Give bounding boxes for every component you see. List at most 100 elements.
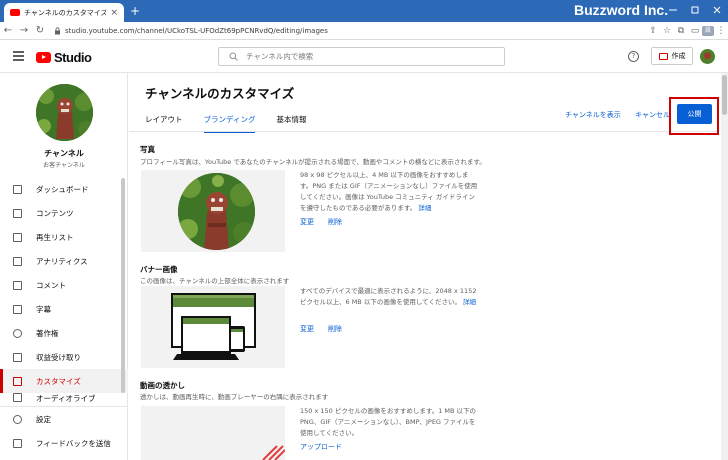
- sidebar-item-label: ダッシュボード: [36, 184, 89, 194]
- create-button[interactable]: 作成: [651, 47, 693, 65]
- sidebar-item-feedback[interactable]: フィードバックを送信: [0, 431, 128, 455]
- sidebar-item-label: 設定: [36, 414, 51, 424]
- photo-learn-more-link[interactable]: 詳細: [418, 204, 431, 212]
- sidebar-item-label: 収益受け取り: [36, 352, 81, 362]
- banner-change-button[interactable]: 変更: [300, 324, 314, 334]
- sidebar-item-comments[interactable]: コメント: [0, 273, 128, 297]
- view-channel-link[interactable]: チャンネルを表示: [565, 110, 621, 120]
- page-title: チャンネルのカスタマイズ: [145, 86, 295, 101]
- watermark-placeholder-image: [141, 406, 286, 460]
- sidepanel-icon[interactable]: ▭: [688, 26, 702, 36]
- banner-info: すべてのデバイスで最適に表示されるように、2048 x 1152 ピクセル以上、…: [300, 286, 480, 308]
- main-content: チャンネルのカスタマイズ レイアウト ブランディング 基本情報 チャンネルを表示…: [129, 73, 728, 460]
- shisa-statue-image: [178, 173, 255, 250]
- sidebar-item-dashboard[interactable]: ダッシュボード: [0, 177, 128, 201]
- sidebar-item-content[interactable]: コンテンツ: [0, 201, 128, 225]
- tab-branding[interactable]: ブランディング: [203, 111, 256, 133]
- sidebar-item-customize[interactable]: カスタマイズ: [0, 369, 128, 393]
- bookmark-star-icon[interactable]: ☆: [660, 26, 674, 36]
- sidebar-item-label: 再生リスト: [36, 232, 74, 242]
- dashboard-icon: [13, 184, 22, 194]
- extensions-icon[interactable]: ⧉: [674, 26, 688, 36]
- banner-actions: 変更 削除: [300, 324, 342, 334]
- sidebar-item-audio-library[interactable]: オーディオライブ: [0, 393, 128, 403]
- content-icon: [13, 208, 22, 218]
- account-avatar[interactable]: [700, 49, 715, 64]
- reload-icon[interactable]: ↻: [32, 25, 48, 36]
- youtube-favicon-icon: [10, 9, 20, 16]
- main-scrollbar-thumb[interactable]: [722, 75, 727, 115]
- photo-remove-button[interactable]: 削除: [328, 217, 342, 227]
- sidebar-item-label: 字幕: [36, 304, 51, 314]
- profile-photo: [178, 173, 255, 250]
- sidebar-item-analytics[interactable]: アナリティクス: [0, 249, 128, 273]
- help-icon[interactable]: ?: [628, 51, 639, 62]
- sidebar-item-monetization[interactable]: 収益受け取り: [0, 345, 128, 369]
- search-placeholder: チャンネル内で検索: [246, 52, 314, 61]
- lock-icon: [55, 26, 60, 34]
- sidebar-bottom: 設定 フィードバックを送信: [0, 406, 128, 455]
- banner-preview: [141, 286, 285, 368]
- sidebar-item-label: アナリティクス: [36, 256, 88, 266]
- forward-arrow-icon[interactable]: →: [16, 25, 32, 36]
- channel-subtitle: お客チャンネル: [43, 162, 85, 169]
- create-label: 作成: [671, 52, 686, 60]
- hamburger-menu-icon[interactable]: [13, 51, 24, 61]
- analytics-icon: [13, 256, 22, 266]
- sidebar-item-label: コンテンツ: [36, 208, 74, 218]
- studio-header: Studio チャンネル内で検索 ? 作成: [0, 40, 728, 73]
- browser-tab[interactable]: チャンネルのカスタマイズ - YouTube Studio ×: [4, 3, 124, 22]
- window-close-icon[interactable]: [710, 3, 724, 17]
- publish-highlight-box: [669, 97, 719, 135]
- new-tab-button[interactable]: +: [130, 4, 140, 18]
- sidebar-scrollbar[interactable]: [121, 178, 125, 393]
- customize-tabs: レイアウト ブランディング 基本情報: [145, 111, 327, 133]
- device-mockup-image: [141, 286, 285, 368]
- banner-remove-button[interactable]: 削除: [328, 324, 342, 334]
- banner-learn-more-link[interactable]: 詳細: [463, 298, 476, 306]
- sidebar-item-copyright[interactable]: 著作権: [0, 321, 128, 345]
- sidebar-item-label: コメント: [36, 280, 66, 290]
- watermark-preview: [141, 406, 286, 460]
- customize-icon: [13, 376, 22, 386]
- browser-menu-icon[interactable]: ⋮: [714, 26, 728, 36]
- tab-basic-info[interactable]: 基本情報: [276, 111, 306, 133]
- browser-tab-bar: チャンネルのカスタマイズ - YouTube Studio × + Buzzwo…: [0, 0, 728, 22]
- address-bar[interactable]: studio.youtube.com/channel/UCkoTSL-UFOdZ…: [54, 27, 646, 35]
- subtitles-icon: [13, 304, 22, 314]
- minimize-icon[interactable]: [666, 3, 680, 17]
- watermark-info-text: 150 x 150 ピクセルの画像をおすすめします。1 MB 以下の PNG、G…: [300, 407, 477, 437]
- sidebar-item-settings[interactable]: 設定: [0, 407, 128, 431]
- feedback-icon: [13, 438, 22, 448]
- sidebar-item-label: オーディオライブ: [36, 394, 96, 403]
- maximize-icon[interactable]: [688, 3, 702, 17]
- watermark-section-title: 動画の透かし: [140, 381, 185, 390]
- share-icon[interactable]: ⇪: [646, 26, 660, 36]
- sidebar-item-playlists[interactable]: 再生リスト: [0, 225, 128, 249]
- sidebar-item-label: フィードバックを送信: [36, 438, 111, 448]
- watermark-actions: アップロード: [300, 442, 342, 452]
- photo-section-desc: プロフィール写真は、YouTube であなたのチャンネルが提示される場面で、動画…: [140, 158, 486, 166]
- photo-section-title: 写真: [140, 145, 155, 154]
- watermark-upload-button[interactable]: アップロード: [300, 442, 342, 452]
- youtube-play-icon: [36, 52, 51, 63]
- watermark-brand: Buzzword Inc.: [574, 2, 669, 18]
- channel-search-input[interactable]: チャンネル内で検索: [218, 47, 505, 66]
- main-scrollbar[interactable]: [721, 73, 728, 460]
- channel-name: チャンネル: [44, 149, 84, 158]
- address-url: studio.youtube.com/channel/UCkoTSL-UFOdZ…: [65, 26, 328, 35]
- video-camera-icon: [658, 52, 668, 60]
- channel-avatar[interactable]: [36, 84, 93, 141]
- tab-close-icon[interactable]: ×: [110, 8, 118, 18]
- playlist-icon: [13, 232, 22, 242]
- photo-info: 98 x 98 ピクセル以上、4 MB 以下の画像をおすすめします。PNG また…: [300, 170, 480, 214]
- studio-logo[interactable]: Studio: [36, 50, 92, 65]
- studio-logo-text: Studio: [54, 50, 92, 65]
- sidebar-item-subtitles[interactable]: 字幕: [0, 297, 128, 321]
- sidebar-item-label: カスタマイズ: [36, 376, 81, 386]
- cancel-button[interactable]: キャンセル: [635, 110, 670, 120]
- photo-change-button[interactable]: 変更: [300, 217, 314, 227]
- tab-layout[interactable]: レイアウト: [145, 111, 183, 133]
- back-arrow-icon[interactable]: ←: [0, 25, 16, 36]
- profile-badge[interactable]: 設: [702, 25, 714, 36]
